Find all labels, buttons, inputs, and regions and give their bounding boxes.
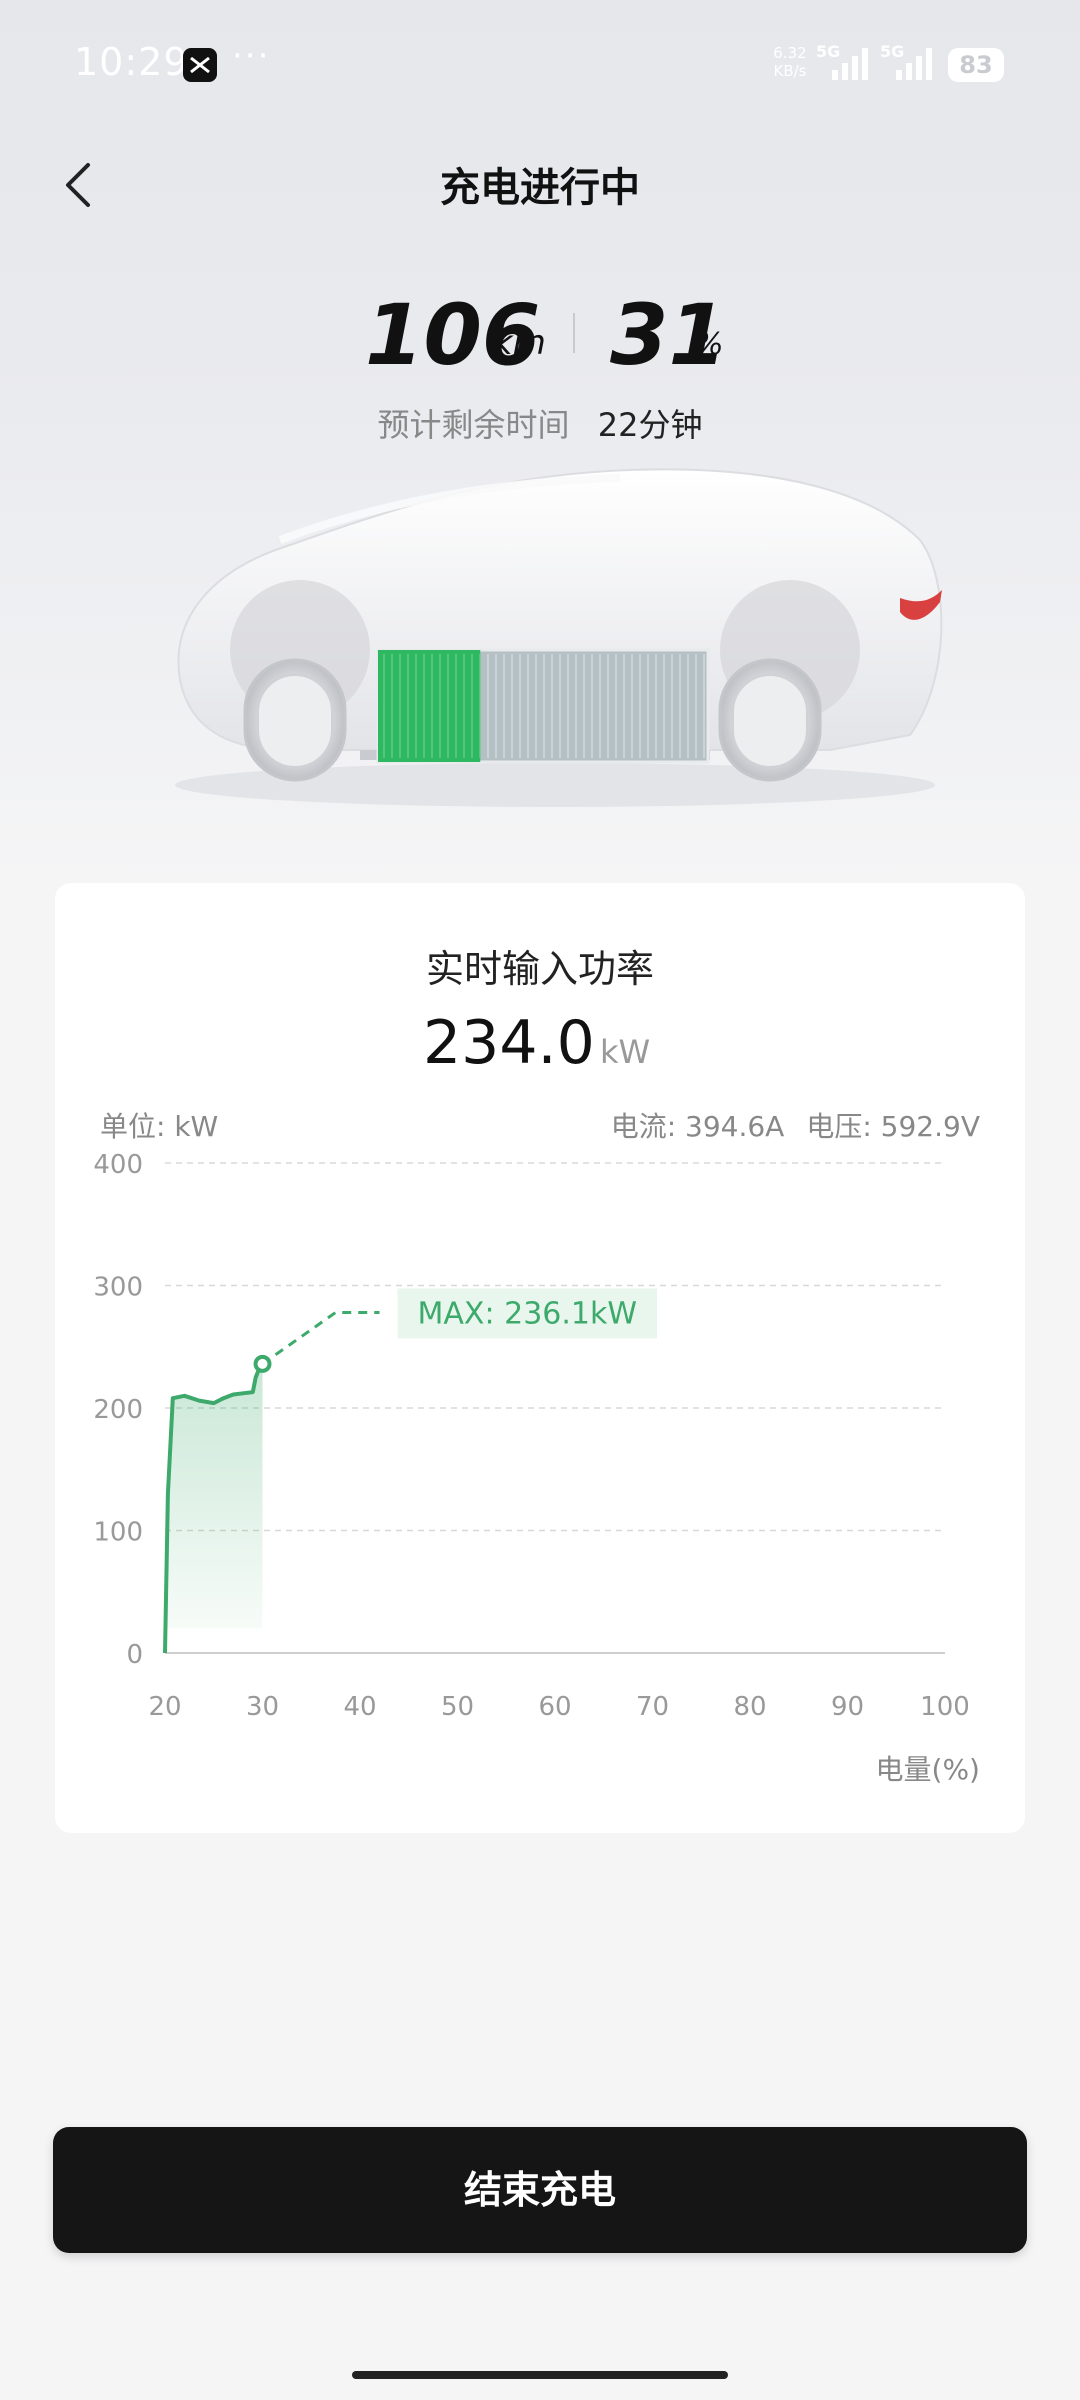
power-area: [165, 1363, 263, 1653]
x-tick-label: 50: [441, 1692, 474, 1722]
power-unit: kW: [600, 1033, 651, 1071]
power-card: 实时输入功率 234.0 kW 单位: kW 电流: 394.6A 电压: 592…: [55, 883, 1025, 1833]
app-notification-icon: [183, 48, 217, 82]
remaining-time-row: 预计剩余时间 22分钟: [0, 400, 1080, 446]
y-tick-label: 400: [93, 1150, 143, 1180]
soc-unit: %: [695, 327, 724, 362]
x-tick-label: 40: [343, 1692, 376, 1722]
x-tick-label: 80: [733, 1692, 766, 1722]
network-speed-unit: KB/s: [773, 62, 807, 80]
page-title: 充电进行中: [440, 165, 640, 211]
stat-divider: [573, 313, 575, 353]
more-notifications-icon: ···: [232, 36, 271, 76]
max-annotation-label: MAX: 236.1kW: [418, 1296, 638, 1331]
x-tick-label: 60: [538, 1692, 571, 1722]
y-tick-label: 0: [126, 1640, 143, 1670]
remaining-time-value: 22分钟: [597, 406, 703, 444]
x-tick-label: 90: [831, 1692, 864, 1722]
power-value: 234.0: [423, 1008, 595, 1078]
charge-stats: 106 km 31 %: [0, 285, 1080, 385]
battery-pack: [376, 648, 710, 764]
front-wheel-hub: [257, 674, 333, 768]
chart-x-axis-label: 电量(%): [875, 1753, 980, 1786]
chart-unit-label: 单位: kW: [100, 1110, 219, 1143]
x-tick-label: 20: [148, 1692, 181, 1722]
battery-cell-ribs: [383, 654, 705, 758]
range-unit: km: [493, 323, 546, 363]
signal-2-icon: [896, 48, 932, 80]
power-chart: 0 100 200 300 400 20 30 40 50 60 70 80 90 100 MAX: 236…: [93, 1150, 970, 1722]
battery-icon: 83: [948, 48, 1004, 82]
x-tick-label: 100: [920, 1692, 970, 1722]
status-time: 10:29: [74, 40, 189, 84]
remaining-time-label: 预计剩余时间: [377, 406, 570, 444]
y-tick-label: 200: [93, 1395, 143, 1425]
battery-charge-fill: [378, 650, 481, 762]
car-illustration: [175, 468, 943, 807]
status-bar: 10:29 ··· 6.32 KB/s 5G 5G 83: [0, 0, 1080, 130]
x-tick-label: 70: [636, 1692, 669, 1722]
electrical-info: 电流: 394.6A 电压: 592.9V: [589, 1105, 980, 1145]
signal-1-icon: [832, 48, 868, 80]
current-point: [253, 1354, 272, 1373]
voltage-value: 电压: 592.9V: [806, 1110, 980, 1143]
network-speed-value: 6.32: [773, 44, 807, 62]
y-tick-label: 300: [93, 1273, 143, 1303]
rear-wheel-hub: [732, 674, 808, 768]
projection-line: [261, 1311, 380, 1366]
current-value: 电流: 394.6A: [610, 1110, 785, 1143]
home-indicator: [352, 2371, 728, 2379]
x-tick-label: 30: [246, 1692, 279, 1722]
end-charging-button[interactable]: 结束充电: [53, 2127, 1027, 2253]
power-card-title: 实时输入功率: [425, 947, 654, 991]
network-speed: 6.32 KB/s: [770, 44, 810, 80]
y-tick-label: 100: [93, 1518, 143, 1548]
